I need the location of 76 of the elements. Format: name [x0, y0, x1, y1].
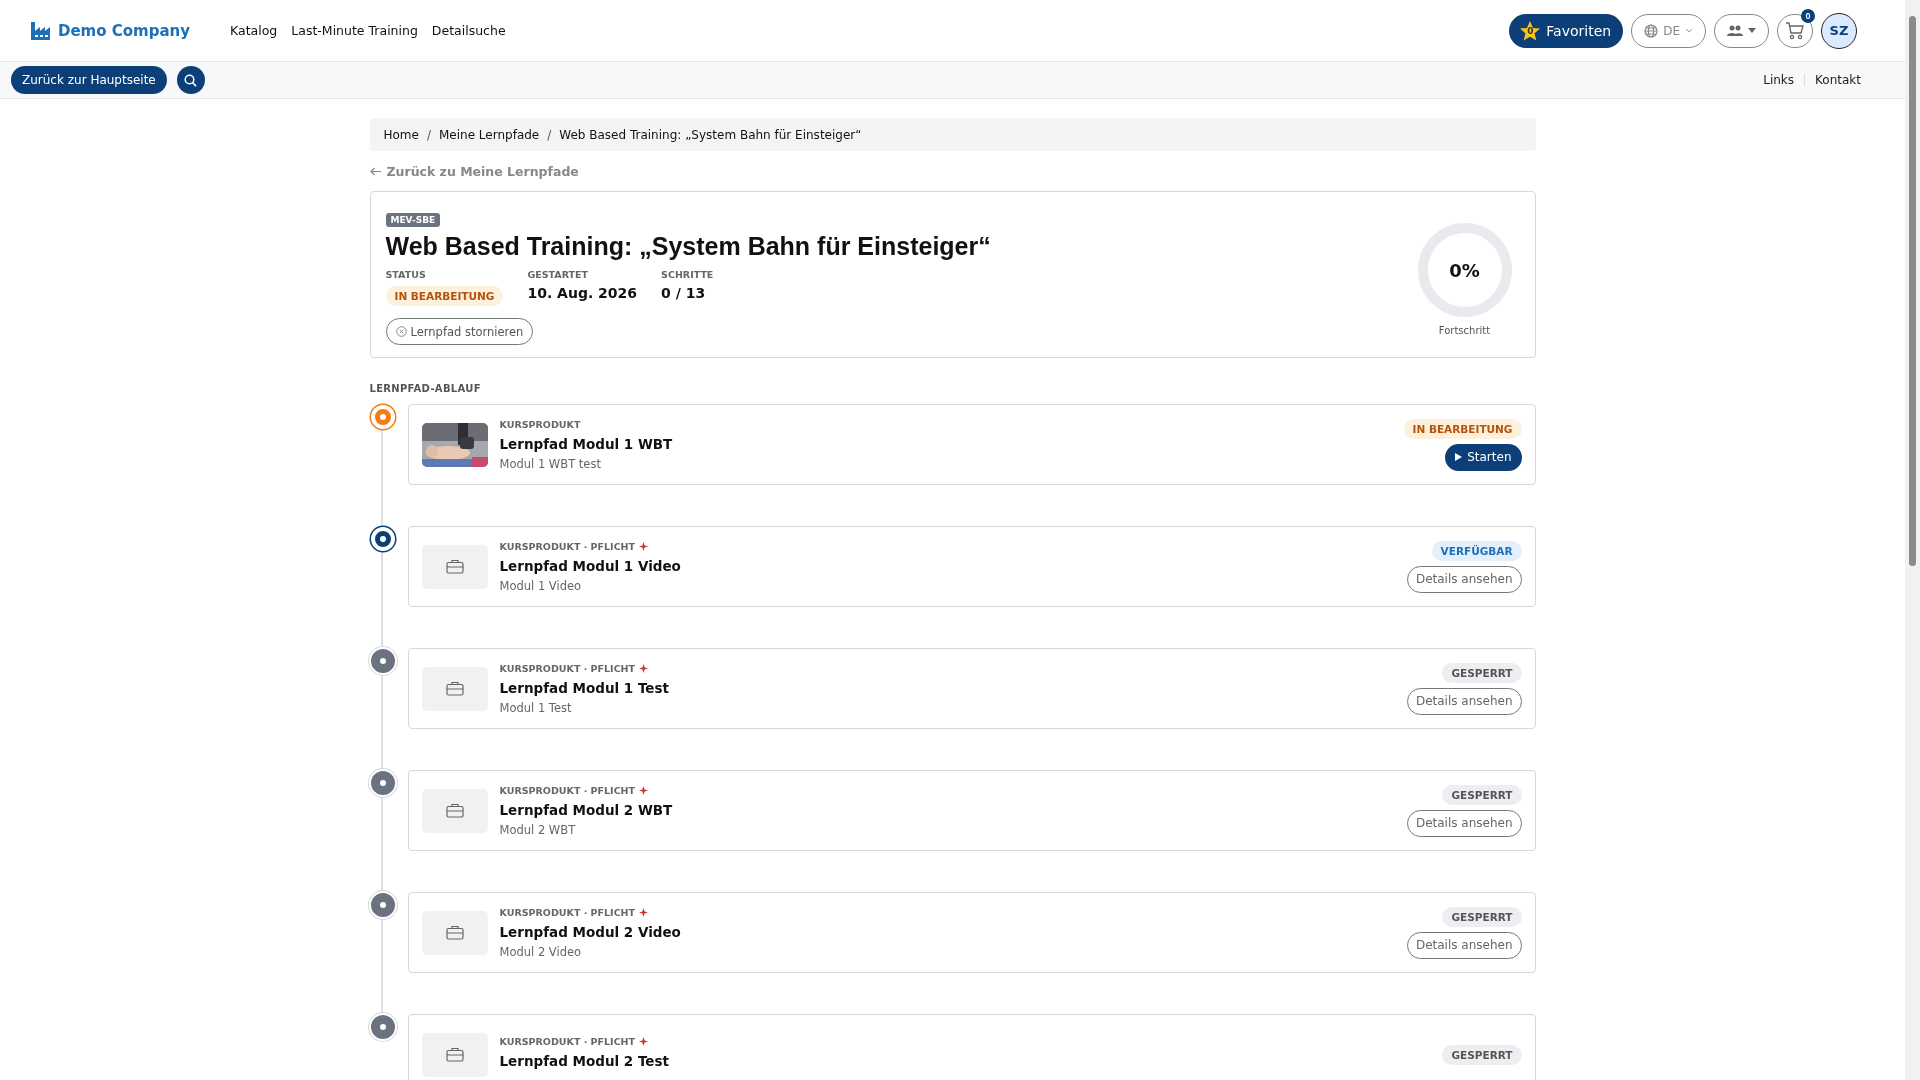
close-circle-icon	[395, 326, 407, 337]
cancel-path-button[interactable]: Lernpfad stornieren	[385, 318, 534, 345]
category-label: KURSPRODUKT · PFLICHT	[499, 662, 636, 674]
top-link[interactable]: Links	[1763, 73, 1795, 87]
field-label: GESTARTET	[527, 269, 589, 280]
category-label: KURSPRODUKT	[499, 418, 581, 430]
status-badge: GESPERRT	[1442, 662, 1522, 683]
breadcrumb-link[interactable]: Meine Lernpfade	[439, 127, 540, 142]
details-button[interactable]: Details ansehen	[1406, 687, 1522, 715]
status-badge: IN BEARBEITUNG	[1403, 418, 1522, 439]
step-title: Lernpfad Modul 2 WBT	[499, 801, 674, 818]
step-title: Lernpfad Modul 2 Video	[499, 923, 682, 940]
step-title: Lernpfad Modul 1 Test	[499, 679, 670, 696]
breadcrumb-link[interactable]: Web Based Training: „System Bahn für Einsteiger“	[559, 127, 862, 142]
nav-link[interactable]: Detailsuche	[431, 23, 506, 38]
category-label: KURSPRODUKT · PFLICHT	[499, 906, 636, 918]
status-badge: IN BEARBEITUNG	[385, 286, 504, 306]
breadcrumb-separator: /	[547, 127, 552, 142]
progress-value: 0%	[1449, 259, 1480, 281]
language-dropdown[interactable]: DE	[1631, 13, 1706, 48]
caret-down-icon	[1748, 28, 1756, 33]
section-title: LERNPFAD-ABLAUF	[369, 383, 482, 394]
status-badge: GESPERRT	[1442, 784, 1522, 805]
progress-caption: Fortschritt	[1438, 325, 1491, 336]
chevron-down-icon	[1685, 27, 1693, 34]
back-to-home-button[interactable]: Zurück zur Hauptseite	[11, 66, 167, 94]
search-button[interactable]	[176, 66, 205, 94]
category-label: KURSPRODUKT · PFLICHT	[499, 1035, 636, 1047]
category-label: KURSPRODUKT · PFLICHT	[499, 540, 636, 552]
details-button[interactable]: Details ansehen	[1406, 565, 1522, 593]
nav-link[interactable]: Katalog	[230, 23, 278, 38]
favorites-button[interactable]: 0 Favoriten	[1509, 13, 1624, 48]
nav-link[interactable]: Last-Minute Training	[291, 23, 418, 38]
top-link[interactable]: Kontakt	[1815, 73, 1861, 87]
course-code-badge: MEV-SBE	[385, 213, 441, 227]
field-label: SCHRITTE	[661, 269, 714, 280]
category-label: KURSPRODUKT · PFLICHT	[499, 784, 636, 796]
briefcase-icon	[445, 1047, 464, 1062]
step-title: Lernpfad Modul 2 Test	[499, 1052, 670, 1069]
factory-icon	[30, 20, 52, 41]
breadcrumb-separator: /	[426, 127, 431, 142]
back-link[interactable]: Zurück zu Meine Lernpfade	[369, 164, 1536, 179]
step-subtitle: Modul 2 WBT	[499, 822, 577, 837]
briefcase-icon	[445, 559, 464, 574]
status-badge: GESPERRT	[1442, 906, 1522, 927]
step-subtitle: Modul 2 Video	[499, 944, 583, 959]
status-badge: VERFÜGBAR	[1431, 540, 1522, 561]
briefcase-icon	[445, 803, 464, 818]
cart-icon	[1785, 21, 1805, 40]
field-value: 10. Aug. 2026	[527, 285, 638, 301]
step-title: Lernpfad Modul 1 WBT	[499, 435, 674, 452]
globe-icon	[1644, 23, 1659, 38]
step-subtitle: Modul 1 Video	[499, 578, 583, 593]
details-button[interactable]: Details ansehen	[1406, 931, 1522, 959]
briefcase-icon	[445, 925, 464, 940]
users-icon	[1727, 24, 1743, 37]
course-title: Web Based Training: „System Bahn für Einsteiger“	[385, 232, 991, 261]
favorites-count: 0	[1526, 25, 1535, 36]
step-subtitle: Modul 1 WBT test	[499, 456, 602, 471]
cart-count-badge: 0	[1801, 8, 1815, 23]
field-label: STATUS	[385, 269, 427, 280]
step-title: Lernpfad Modul 1 Video	[499, 557, 682, 574]
search-icon	[184, 73, 198, 87]
brand-logo[interactable]: Demo Company	[30, 20, 191, 41]
users-dropdown[interactable]	[1714, 13, 1769, 48]
briefcase-icon	[445, 681, 464, 696]
arrow-left-icon	[369, 167, 382, 176]
breadcrumb-link[interactable]: Home	[383, 127, 419, 142]
scrollbar[interactable]	[1905, 0, 1920, 1080]
field-value: 0 / 13	[661, 285, 707, 301]
play-icon	[1455, 453, 1463, 461]
step-subtitle: Modul 1 Test	[499, 700, 573, 715]
start-button[interactable]: Starten	[1445, 443, 1522, 471]
user-avatar[interactable]: SZ	[1821, 12, 1857, 49]
details-button[interactable]: Details ansehen	[1406, 809, 1522, 837]
status-badge: GESPERRT	[1442, 1044, 1522, 1065]
